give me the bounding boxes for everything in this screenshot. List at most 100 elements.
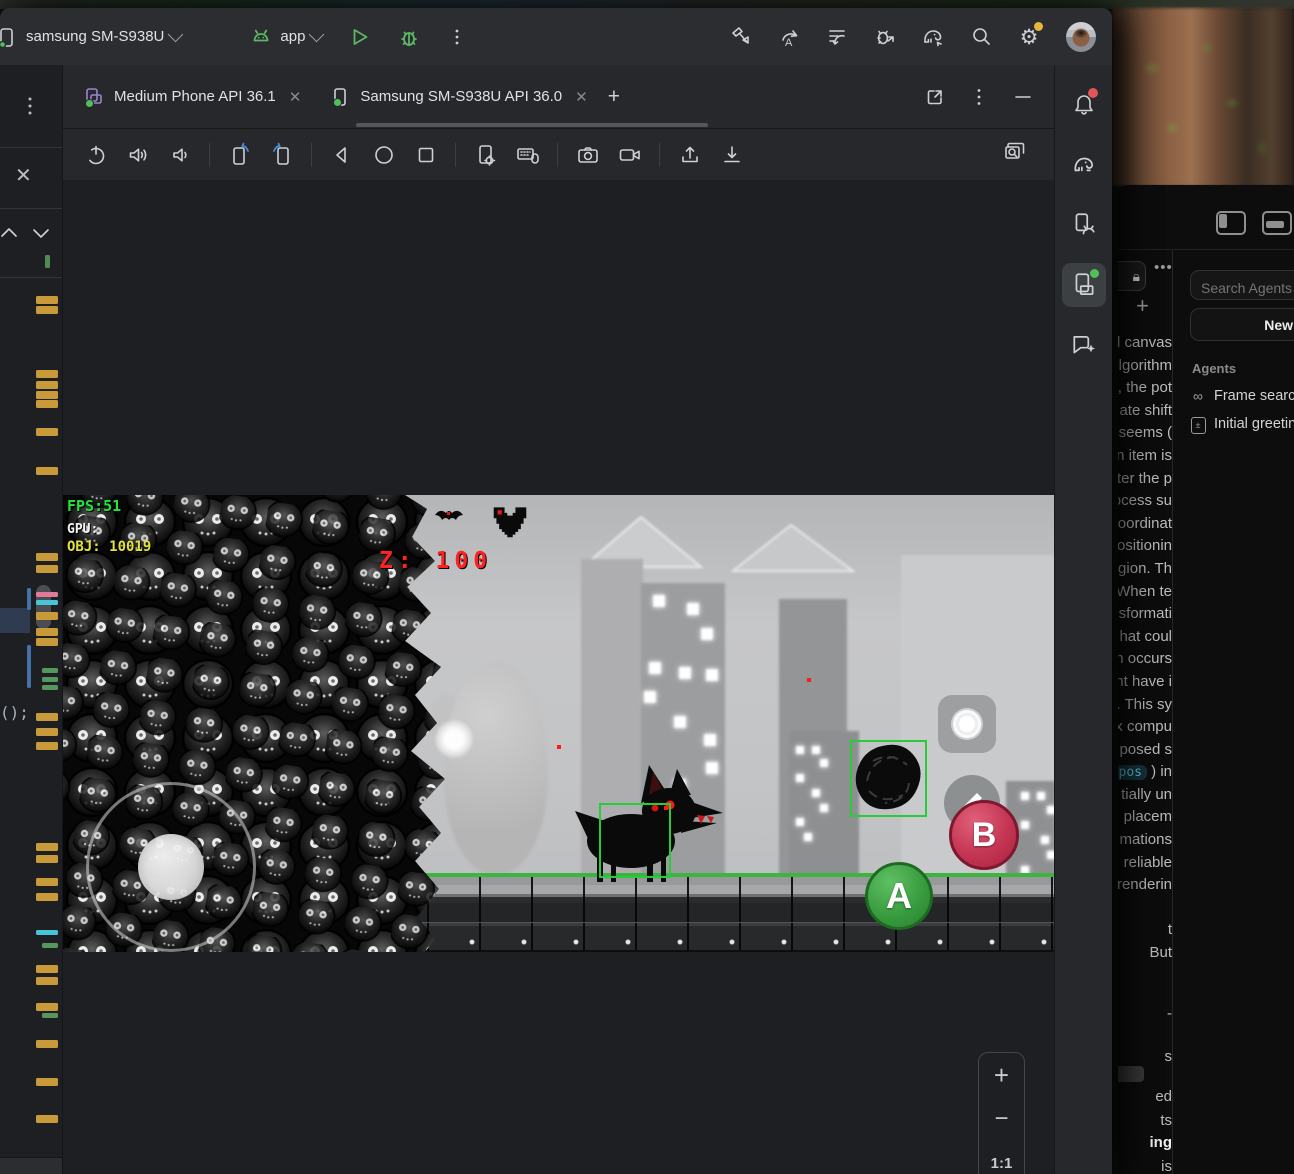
run-config-selector[interactable]: app: [249, 25, 325, 49]
analysis-mark: [36, 553, 58, 561]
z-coordinate-readout: Z: 100: [379, 548, 493, 574]
screenshot-button[interactable]: [569, 139, 606, 171]
running-devices-button[interactable]: [1062, 263, 1106, 307]
volume-down-button[interactable]: [161, 139, 198, 171]
b-button-label: B: [971, 815, 997, 854]
building-window: [796, 774, 804, 782]
overview-button[interactable]: [407, 139, 444, 171]
fps-counter: FPS:51: [67, 497, 122, 515]
tab-medium-phone[interactable]: Medium Phone API 36.1 ✕: [73, 65, 311, 128]
navigate-prev-next-icons[interactable]: [0, 225, 56, 241]
close-icon[interactable]: ✕: [289, 88, 302, 106]
agent-list-item[interactable]: ∞ Frame searc: [1190, 385, 1294, 407]
zoom-control: + − 1:1: [978, 1052, 1025, 1174]
hardware-input-button[interactable]: [509, 139, 546, 171]
more-actions-menu[interactable]: [440, 20, 474, 54]
more-options-icon[interactable]: •••: [1154, 259, 1173, 276]
chat-line: lter the p: [1118, 469, 1172, 487]
screen-search-icon[interactable]: [1002, 139, 1028, 170]
game-screen[interactable]: FPS:51 GPU: OBJ: 10019 Z: 100 B A: [63, 495, 1054, 952]
bat-sprite: [435, 510, 463, 520]
add-device-tab-button[interactable]: +: [608, 85, 620, 109]
home-button[interactable]: [365, 139, 402, 171]
lock-icon[interactable]: 🔒︎: [1118, 261, 1146, 291]
zoom-reset-button[interactable]: 1:1: [979, 1141, 1024, 1174]
chat-line: s: [1164, 1048, 1173, 1065]
close-icon[interactable]: ✕: [575, 88, 588, 106]
upload-button[interactable]: [671, 139, 708, 171]
device-manager-button[interactable]: [1062, 203, 1106, 247]
search-agents-input[interactable]: [1190, 270, 1294, 300]
chat-line: posed s: [1119, 740, 1172, 758]
right-tool-strip: [1054, 65, 1112, 1174]
new-agent-button[interactable]: New: [1190, 308, 1294, 341]
heart-sprite: [493, 507, 527, 538]
gemini-chat-button[interactable]: [1062, 323, 1106, 367]
search-everywhere-icon[interactable]: [964, 20, 998, 54]
chat-line: ositionin: [1118, 537, 1172, 555]
add-icon[interactable]: +: [1136, 293, 1149, 319]
notifications-button[interactable]: [1062, 83, 1106, 127]
rotate-left-button[interactable]: [221, 139, 258, 171]
main-toolbar: samsung SM-S938U app A ⚙: [0, 8, 1112, 65]
panel-options-menu[interactable]: [962, 80, 996, 114]
analysis-mark: [36, 742, 58, 750]
building-window: [644, 691, 656, 703]
tab-samsung-device[interactable]: Samsung SM-S938U API 36.0 ✕: [319, 65, 597, 128]
download-button[interactable]: [713, 139, 750, 171]
agents-section-header: Agents: [1192, 361, 1237, 376]
profiler-rerun-icon[interactable]: [820, 20, 854, 54]
chat-line: But: [1149, 944, 1172, 962]
close-icon[interactable]: ✕: [15, 163, 32, 188]
editor-kebab-menu[interactable]: [22, 95, 38, 122]
a-button[interactable]: A: [865, 862, 933, 930]
volume-up-button[interactable]: [119, 139, 156, 171]
toggle-left-panel-icon[interactable]: [1216, 211, 1246, 235]
building-window: [687, 603, 699, 615]
settings-icon[interactable]: ⚙: [1012, 20, 1046, 54]
chat-transcript: l canvas lgorithm , the pot ate shift seems…: [1118, 332, 1172, 965]
pause-button[interactable]: [938, 695, 996, 753]
rotate-right-button[interactable]: [263, 139, 300, 171]
building-window: [796, 818, 804, 826]
build-run-tasks-icon[interactable]: [724, 20, 758, 54]
code-fragment: ();: [0, 703, 29, 722]
analysis-mark: [42, 943, 58, 948]
analysis-mark: [36, 391, 58, 399]
apply-changes-icon[interactable]: A: [772, 20, 806, 54]
building-window: [704, 734, 716, 746]
agent-app-toolbar: [1118, 185, 1294, 250]
run-config-label: app: [280, 28, 306, 45]
power-button[interactable]: [77, 139, 114, 171]
building-window: [1047, 851, 1054, 859]
building-window: [1047, 806, 1054, 814]
editor-selection-fragment: [0, 608, 30, 633]
gpu-label: GPU:: [67, 522, 99, 537]
joystick-knob[interactable]: [138, 834, 204, 900]
device-selector[interactable]: samsung SM-S938U: [0, 25, 184, 49]
agent-list-item[interactable]: ± Initial greetin: [1190, 413, 1294, 435]
analysis-mark: [42, 1013, 58, 1018]
run-button[interactable]: [342, 20, 376, 54]
screen-record-button[interactable]: [611, 139, 648, 171]
back-button[interactable]: [323, 139, 360, 171]
b-button[interactable]: B: [949, 800, 1019, 870]
tab-scrollbar[interactable]: [356, 123, 708, 127]
chat-line: l canvas: [1118, 334, 1172, 351]
emulator-display-area[interactable]: FPS:51 GPU: OBJ: 10019 Z: 100 B A + − 1:…: [63, 180, 1054, 1174]
open-in-window-icon[interactable]: [918, 80, 952, 114]
building-window: [1037, 792, 1045, 800]
building-window: [679, 667, 691, 679]
user-avatar[interactable]: [1066, 21, 1096, 52]
toggle-bottom-panel-icon[interactable]: [1262, 211, 1292, 235]
zoom-in-button[interactable]: +: [979, 1053, 1024, 1097]
gradle-sync-icon[interactable]: [916, 20, 950, 54]
hide-panel-button[interactable]: [1006, 80, 1040, 114]
device-settings-button[interactable]: [467, 139, 504, 171]
attach-debugger-icon[interactable]: [868, 20, 902, 54]
chat-line: When te: [1118, 582, 1172, 600]
zoom-out-button[interactable]: −: [979, 1097, 1024, 1141]
gradle-tool-button[interactable]: [1062, 143, 1106, 187]
chat-line: reliable: [1123, 853, 1172, 871]
debug-button[interactable]: [392, 20, 426, 54]
